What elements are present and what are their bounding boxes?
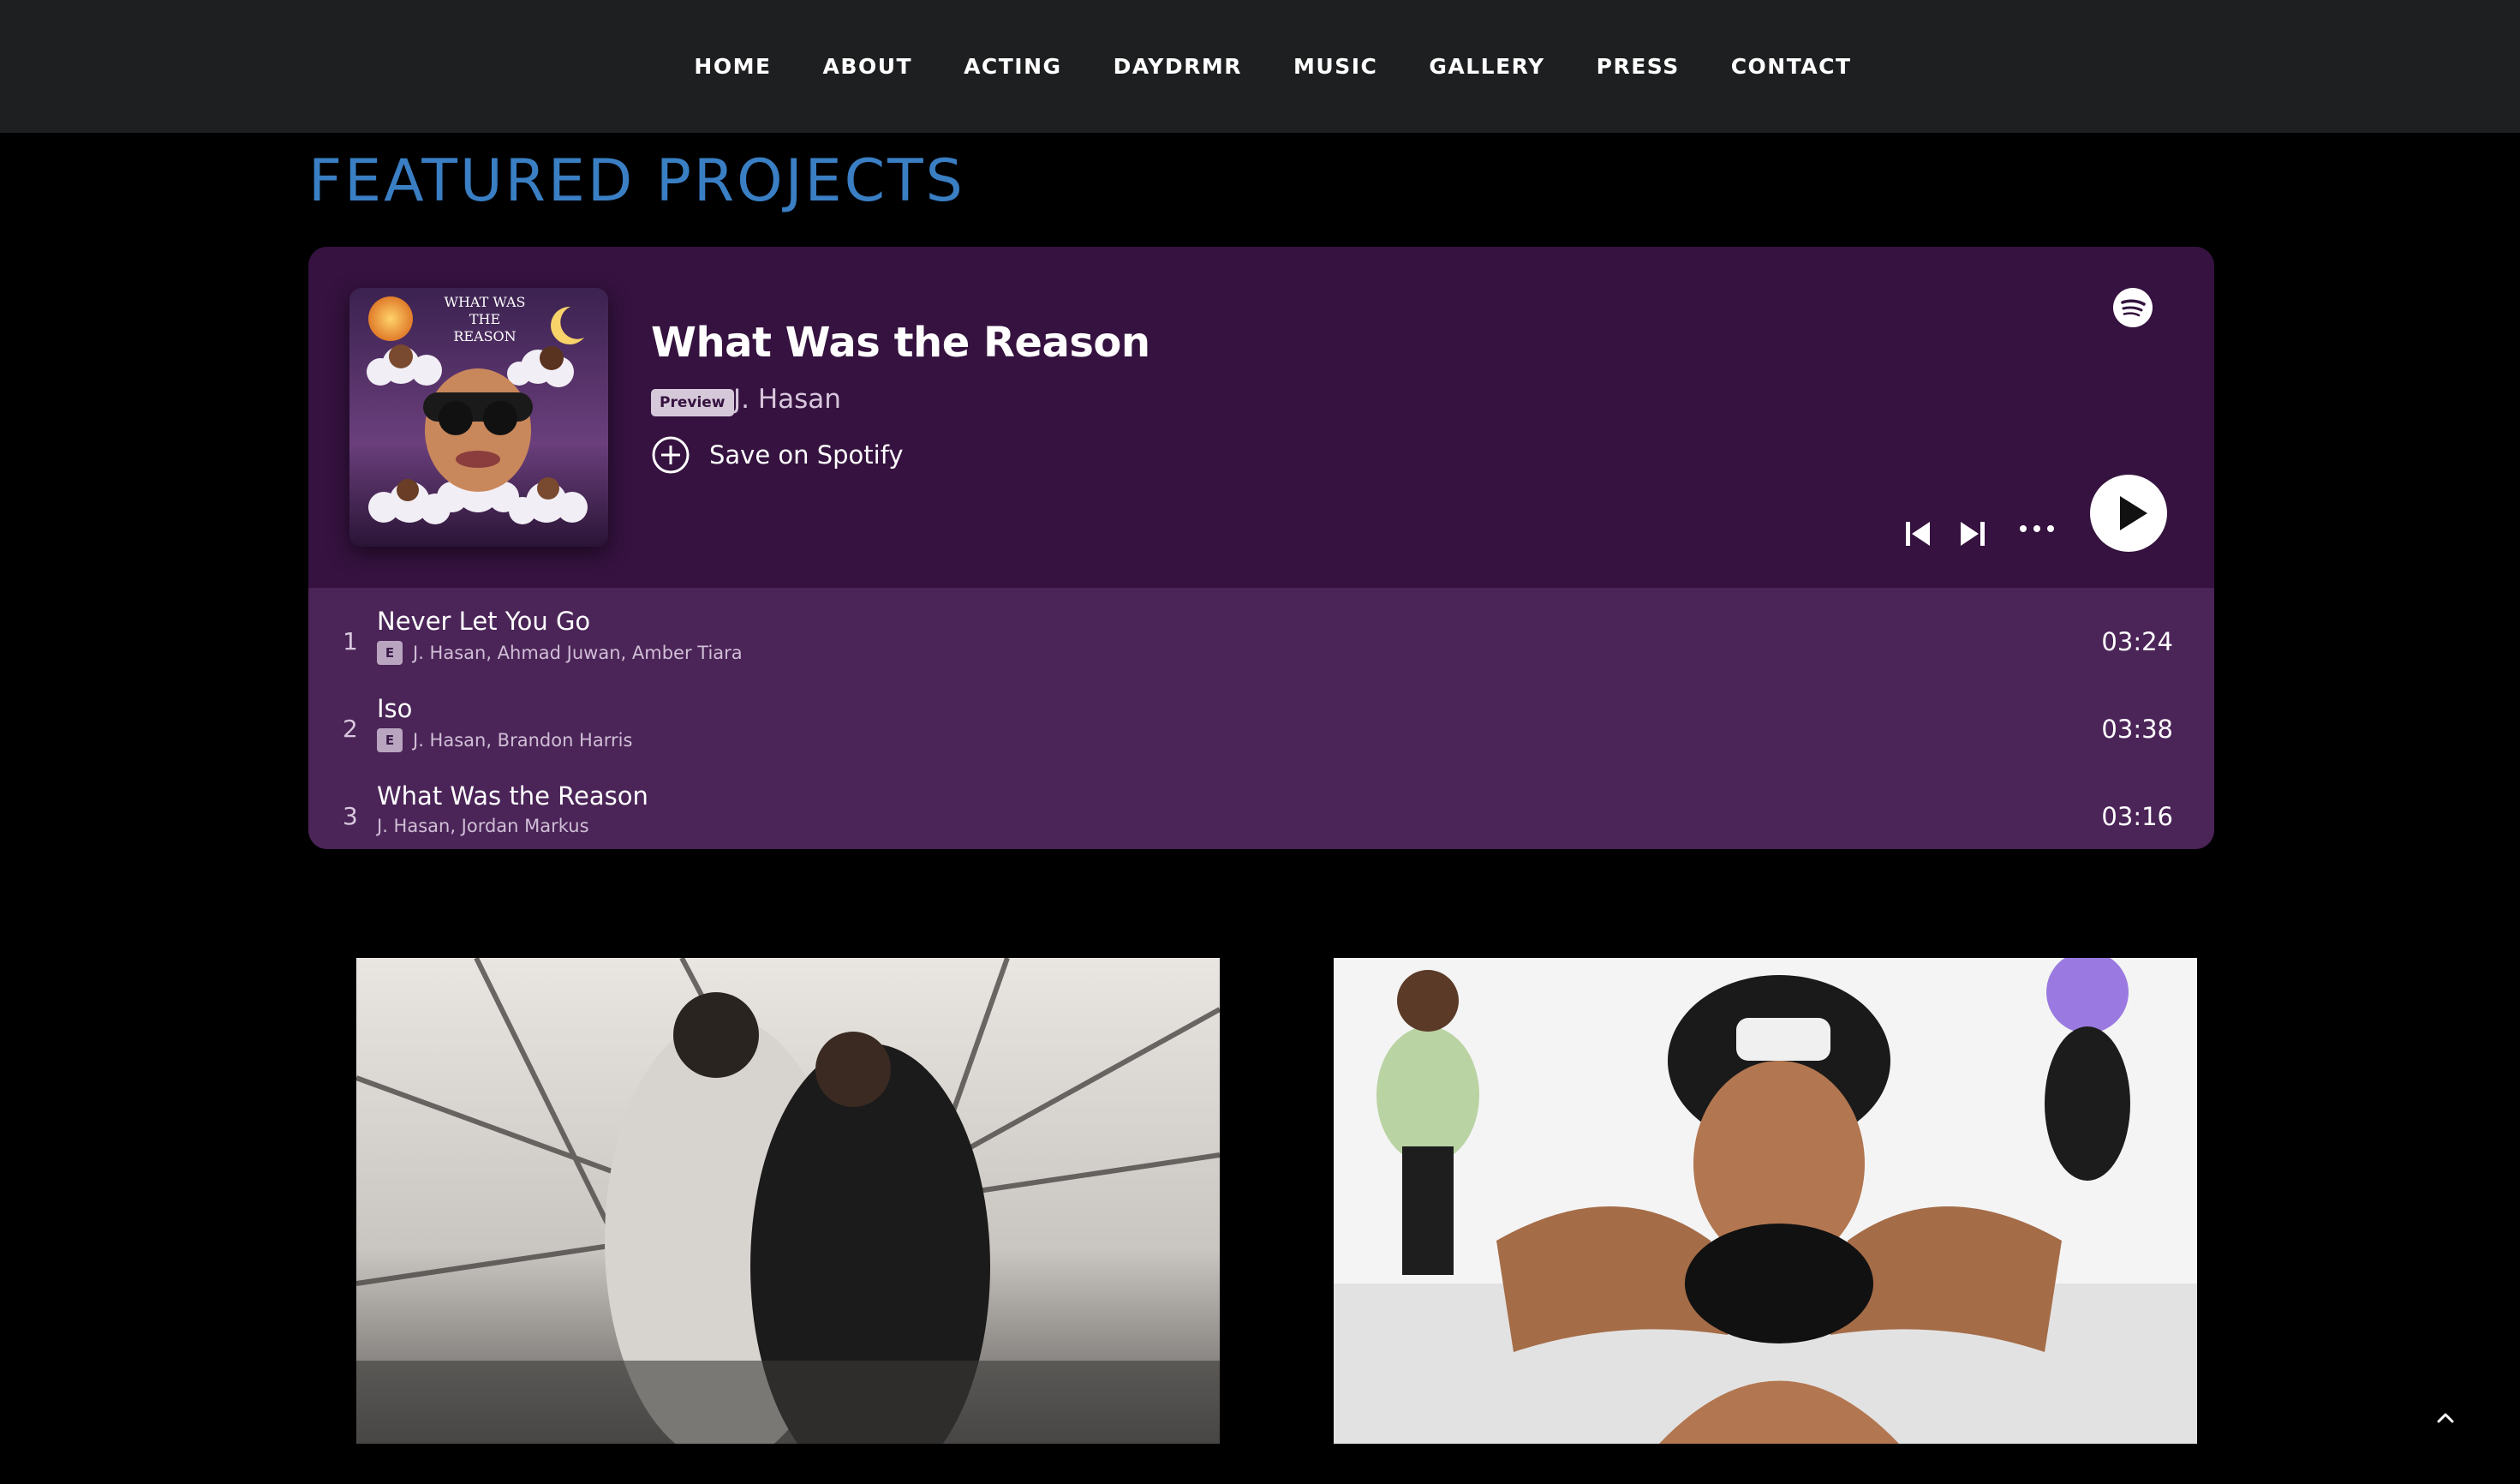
svg-text:WHAT WAS: WHAT WAS — [445, 294, 526, 310]
nav-daydrmr[interactable]: DAYDRMR — [1114, 54, 1242, 79]
track-artists: J. Hasan, Jordan Markus — [377, 816, 589, 836]
more-icon[interactable] — [2018, 523, 2056, 535]
artist-name[interactable]: J. Hasan — [733, 384, 841, 415]
player-header: WHAT WAS THE REASON What Was the Reason … — [308, 247, 2214, 588]
video-thumbnail-right[interactable] — [1334, 958, 2197, 1444]
track-meta: J. Hasan, Jordan Markus — [377, 816, 589, 836]
track-duration: 03:24 — [2101, 627, 2173, 656]
preview-badge: Preview — [651, 389, 734, 416]
nav-contact[interactable]: CONTACT — [1731, 54, 1852, 79]
track-name: Never Let You Go — [377, 607, 591, 636]
nav-gallery[interactable]: GALLERY — [1429, 54, 1544, 79]
skip-previous-icon[interactable] — [1903, 519, 1932, 548]
album-cover[interactable]: WHAT WAS THE REASON — [349, 288, 608, 547]
top-navigation: HOME ABOUT ACTING DAYDRMR MUSIC GALLERY … — [0, 0, 2520, 133]
play-button[interactable] — [2090, 475, 2167, 552]
track-meta: E J. Hasan, Brandon Harris — [377, 728, 632, 752]
svg-text:THE: THE — [469, 311, 500, 327]
track-number: 2 — [343, 715, 358, 743]
nav-about[interactable]: ABOUT — [823, 54, 913, 79]
skip-next-icon[interactable] — [1958, 519, 1987, 548]
track-number: 1 — [343, 627, 358, 655]
nav-acting[interactable]: ACTING — [964, 54, 1062, 79]
track-duration: 03:16 — [2101, 802, 2173, 831]
track-title[interactable]: What Was the Reason — [651, 319, 1150, 367]
track-row[interactable]: 2 Iso E J. Hasan, Brandon Harris 03:38 — [308, 675, 2214, 763]
play-icon — [2120, 496, 2147, 530]
explicit-badge: E — [377, 728, 403, 752]
svg-text:REASON: REASON — [453, 328, 516, 344]
chevron-up-icon[interactable] — [2428, 1401, 2463, 1435]
video-still-left — [356, 958, 1220, 1444]
spotify-icon[interactable] — [2113, 288, 2153, 327]
track-number: 3 — [343, 802, 358, 830]
track-name: What Was the Reason — [377, 781, 648, 811]
nav-press[interactable]: PRESS — [1597, 54, 1680, 79]
save-label: Save on Spotify — [709, 440, 904, 470]
nav-list: HOME ABOUT ACTING DAYDRMR MUSIC GALLERY … — [0, 0, 2520, 133]
track-duration: 03:38 — [2101, 715, 2173, 744]
track-row[interactable]: 3 What Was the Reason J. Hasan, Jordan M… — [308, 763, 2214, 849]
album-cover-art: WHAT WAS THE REASON — [349, 288, 608, 547]
video-still-right — [1334, 958, 2197, 1444]
track-artists: J. Hasan, Brandon Harris — [413, 730, 633, 751]
spotify-embed: WHAT WAS THE REASON What Was the Reason … — [308, 247, 2214, 849]
track-name: Iso — [377, 694, 413, 723]
section-title: FEATURED PROJECTS — [308, 147, 965, 215]
nav-music[interactable]: MUSIC — [1293, 54, 1377, 79]
track-list: 1 Never Let You Go E J. Hasan, Ahmad Juw… — [308, 588, 2214, 849]
video-thumbnail-left[interactable] — [356, 958, 1220, 1444]
track-row[interactable]: 1 Never Let You Go E J. Hasan, Ahmad Juw… — [308, 588, 2214, 675]
explicit-badge: E — [377, 641, 403, 665]
nav-home[interactable]: HOME — [694, 54, 771, 79]
track-meta: E J. Hasan, Ahmad Juwan, Amber Tiara — [377, 641, 743, 665]
track-artists: J. Hasan, Ahmad Juwan, Amber Tiara — [413, 643, 743, 663]
add-circle-icon — [652, 436, 690, 474]
save-on-spotify-button[interactable]: Save on Spotify — [651, 435, 904, 475]
